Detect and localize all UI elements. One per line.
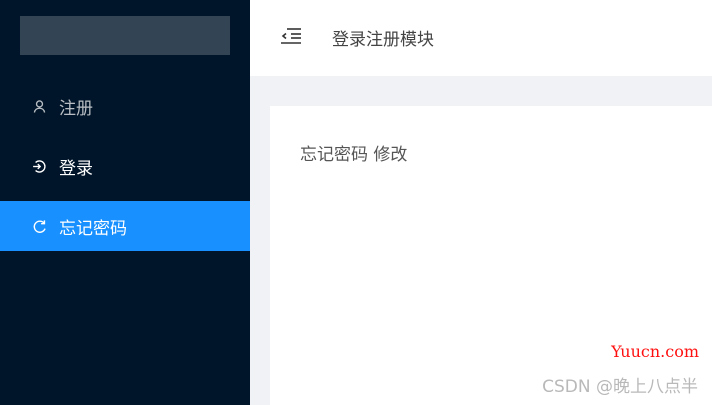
sidebar-item-label: 登录: [59, 158, 93, 179]
logo-placeholder: [20, 16, 230, 55]
app-window: 注册 登录 忘记密码 登录注册模块 忘记密码 修改 Yuucn.com CSDN…: [0, 0, 712, 405]
sidebar-item-login[interactable]: 登录: [0, 141, 250, 191]
user-icon: [30, 97, 48, 115]
login-icon: [30, 157, 48, 175]
top-header: 登录注册模块: [250, 0, 712, 76]
sidebar: 注册 登录 忘记密码: [0, 0, 250, 405]
site-watermark: Yuucn.com: [611, 342, 699, 361]
content-text: 忘记密码 修改: [300, 145, 408, 165]
refresh-icon: [30, 217, 48, 235]
sidebar-item-label: 忘记密码: [59, 218, 127, 239]
page-title: 登录注册模块: [332, 30, 434, 50]
sidebar-item-register[interactable]: 注册: [0, 81, 250, 131]
menu-fold-icon[interactable]: [280, 26, 302, 46]
sidebar-item-label: 注册: [59, 98, 93, 119]
author-watermark: CSDN @晚上八点半: [542, 377, 698, 397]
sidebar-item-forgot-password[interactable]: 忘记密码: [0, 201, 250, 251]
